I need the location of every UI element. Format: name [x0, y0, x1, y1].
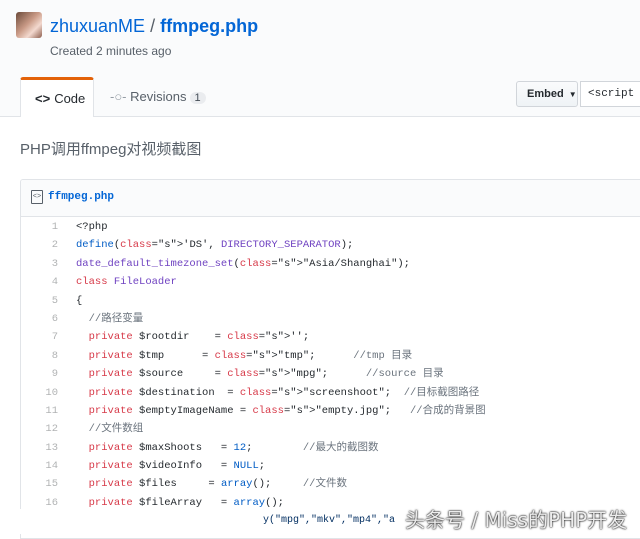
line-code: private $emptyImageName = class="s">"emp…: [88, 404, 486, 417]
line-number[interactable]: 6: [21, 310, 58, 328]
owner-link[interactable]: zhuxuanME: [50, 16, 145, 36]
code-file-icon: <>: [31, 190, 43, 204]
code-line: 13 private $maxShoots = 12; //最大的截图数: [21, 439, 640, 457]
code-line: 9 private $source = class="s">"mpg"; //s…: [21, 365, 640, 383]
gist-title: zhuxuanME / ffmpeg.php: [50, 16, 258, 37]
code-line: 8 private $tmp = class="s">"tmp"; //tmp …: [21, 347, 640, 365]
gist-header: zhuxuanME / ffmpeg.php Created 2 minutes a…: [0, 0, 640, 117]
line-code: private $videoInfo = NULL;: [88, 460, 266, 473]
line-code: private $rootdir = class="s">'';: [88, 331, 310, 344]
code-line: 6 //路径变量: [21, 310, 640, 328]
line-number[interactable]: 14: [21, 457, 58, 475]
line-number[interactable]: 1: [21, 218, 58, 236]
line-number[interactable]: 5: [21, 292, 58, 310]
line-code: private $source = class="s">"mpg"; //sou…: [88, 368, 444, 381]
line-code: <?php: [76, 221, 108, 233]
code-line: 5{: [21, 292, 640, 310]
code-line: 10 private $destination = class="s">"scr…: [21, 384, 640, 402]
line-code: //文件数组: [88, 423, 144, 436]
line-number[interactable]: 7: [21, 328, 58, 346]
watermark: 头条号 / Miss的PHP开发: [405, 508, 628, 532]
revisions-count-badge: 1: [189, 92, 206, 104]
embed-button[interactable]: Embed ▼: [516, 81, 578, 107]
title-separator: /: [150, 16, 156, 36]
commit-icon: -○-: [110, 89, 127, 104]
code-line: 1 <?php: [21, 218, 640, 236]
embed-code-input[interactable]: <script s: [580, 81, 640, 107]
gist-description: PHP调用ffmpeg对视频截图: [20, 141, 202, 158]
caret-down-icon: ▼: [568, 90, 577, 99]
line-number[interactable]: 2: [21, 236, 58, 254]
code-line: 4 class FileLoader: [21, 273, 640, 291]
code-overflow-text: y("mpg","mkv","mp4","a: [263, 515, 396, 526]
line-number[interactable]: 11: [21, 402, 58, 420]
line-number[interactable]: 4: [21, 273, 58, 291]
line-number[interactable]: 8: [21, 347, 58, 365]
tab-code-label: Code: [54, 91, 86, 106]
line-code: private $tmp = class="s">"tmp"; //tmp 目录: [88, 349, 413, 362]
line-number[interactable]: 3: [21, 255, 58, 273]
created-timestamp: Created 2 minutes ago: [50, 44, 172, 58]
line-code: {: [76, 294, 83, 307]
line-number[interactable]: 9: [21, 365, 58, 383]
code-line: 7 private $rootdir = class="s">'';: [21, 328, 640, 346]
line-code: define(class="s">'DS', DIRECTORY_SEPARAT…: [76, 239, 354, 252]
line-code: date_default_timezone_set(class="s">"Asi…: [76, 257, 410, 270]
embed-label: Embed: [527, 88, 564, 100]
tab-revisions-label: Revisions: [130, 89, 187, 104]
code-line: 12 //文件数组: [21, 420, 640, 438]
line-code: private $maxShoots = 12; //最大的截图数: [88, 441, 379, 454]
line-number[interactable]: 10: [21, 384, 58, 402]
line-code: private $files = array(); //文件数: [88, 478, 347, 491]
code-line: 15 private $files = array(); //文件数: [21, 475, 640, 493]
line-number[interactable]: 12: [21, 420, 58, 438]
code-icon: <>: [35, 91, 51, 106]
tab-revisions[interactable]: -○- Revisions 1: [110, 89, 206, 104]
gist-name-link[interactable]: ffmpeg.php: [160, 16, 258, 36]
file-name-link[interactable]: ffmpeg.php: [48, 191, 114, 203]
code-line: 11 private $emptyImageName = class="s">"…: [21, 402, 640, 420]
code-line: 3 date_default_timezone_set(class="s">"As…: [21, 255, 640, 273]
line-code: class FileLoader: [76, 276, 177, 289]
code-blob[interactable]: 1 <?php 2 define(class="s">'DS', DIRECTORY_…: [21, 218, 640, 512]
code-line: 14 private $videoInfo = NULL;: [21, 457, 640, 475]
code-line: 2 define(class="s">'DS', DIRECTORY_SEPARA…: [21, 236, 640, 254]
line-number[interactable]: 15: [21, 475, 58, 493]
file-header: <> ffmpeg.php: [21, 180, 640, 217]
line-code: private $destination = class="s">"screen…: [88, 386, 480, 399]
tab-code[interactable]: <> Code: [20, 77, 94, 117]
line-number[interactable]: 13: [21, 439, 58, 457]
line-code: //路径变量: [88, 312, 144, 325]
avatar[interactable]: [16, 12, 42, 38]
file-box: <> ffmpeg.php 1 <?php 2 define(class="s">'D…: [20, 179, 640, 539]
